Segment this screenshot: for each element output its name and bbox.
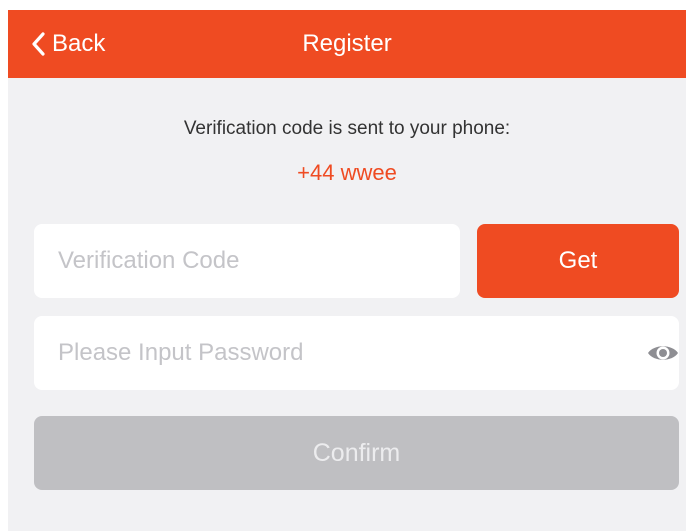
verification-code-input[interactable] xyxy=(58,224,438,298)
page-title: Register xyxy=(302,30,392,57)
verification-code-field xyxy=(34,224,460,298)
navigation-bar: Back Register xyxy=(8,10,686,78)
password-input[interactable] xyxy=(58,316,598,390)
phone-number: +44 wwee xyxy=(297,160,397,185)
back-label: Back xyxy=(52,30,106,57)
password-field xyxy=(34,316,679,390)
eye-icon[interactable] xyxy=(646,341,680,365)
confirm-button[interactable]: Confirm xyxy=(34,416,679,490)
verification-message: Verification code is sent to your phone: xyxy=(183,118,511,139)
chevron-left-icon xyxy=(32,32,45,56)
get-code-button[interactable]: Get xyxy=(477,224,679,298)
back-button[interactable]: Back xyxy=(30,28,105,60)
register-screen: Back Register Verification code is sent … xyxy=(8,10,686,531)
